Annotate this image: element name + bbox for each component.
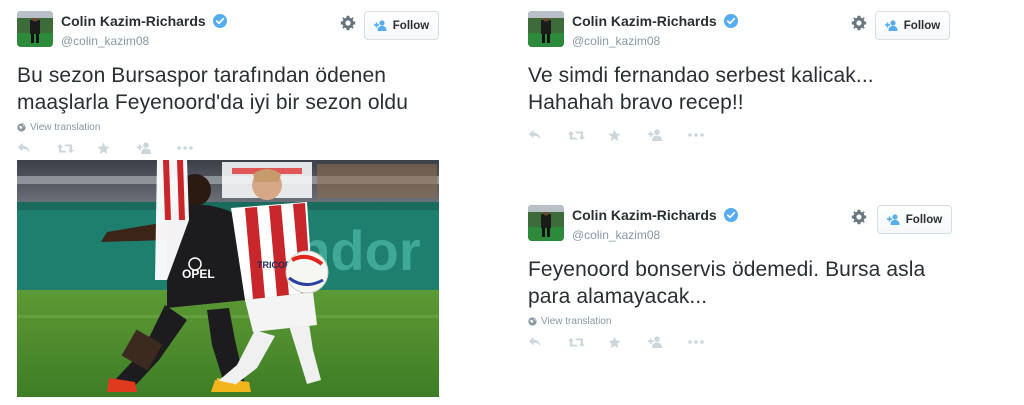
user-info: Colin Kazim-Richards @colin_kazim08 bbox=[572, 12, 739, 48]
gear-icon[interactable] bbox=[851, 15, 867, 31]
follow-person-icon bbox=[373, 20, 388, 31]
follow-button[interactable]: Follow bbox=[364, 11, 439, 40]
avatar[interactable] bbox=[528, 11, 564, 47]
tweet-header: Colin Kazim-Richards @colin_kazim08 Foll… bbox=[17, 10, 439, 50]
user-info: Colin Kazim-Richards @colin_kazim08 bbox=[572, 206, 739, 242]
tweet-card: Colin Kazim-Richards @colin_kazim08 Foll… bbox=[17, 10, 439, 155]
retweet-icon[interactable] bbox=[568, 337, 608, 348]
tweet-text: Feyenoord bonservis ödemedi. Bursa asla … bbox=[528, 256, 952, 310]
follow-person-icon bbox=[886, 214, 901, 225]
tweet-actions bbox=[17, 141, 439, 155]
follow-label: Follow bbox=[903, 19, 941, 32]
user-handle[interactable]: @colin_kazim08 bbox=[572, 228, 738, 242]
avatar[interactable] bbox=[17, 11, 53, 47]
tweet-header: Colin Kazim-Richards @colin_kazim08 Foll… bbox=[528, 204, 952, 244]
retweet-icon[interactable] bbox=[57, 143, 97, 154]
tweet-text-line: Feyenoord bonservis ödemedi. Bursa asla bbox=[528, 258, 926, 281]
user-handle[interactable]: @colin_kazim08 bbox=[572, 34, 738, 48]
tweet-photo[interactable]: ondor OPEL TRICOR bbox=[17, 160, 439, 397]
favorite-icon[interactable] bbox=[608, 129, 648, 142]
view-translation-link[interactable]: View translation bbox=[528, 316, 952, 327]
view-translation-link[interactable]: View translation bbox=[17, 122, 439, 133]
verified-icon bbox=[724, 207, 739, 222]
tweet-actions bbox=[528, 128, 952, 142]
tweet-text: Bu sezon Bursaspor tarafından ödenen maa… bbox=[17, 62, 439, 116]
display-name[interactable]: Colin Kazim-Richards bbox=[572, 207, 717, 223]
follow-button[interactable]: Follow bbox=[877, 205, 952, 234]
reply-icon[interactable] bbox=[528, 129, 568, 141]
more-icon[interactable] bbox=[688, 340, 728, 344]
tweet-text: Ve simdi fernandao serbest kalicak... Ha… bbox=[528, 62, 952, 116]
follow-action-icon[interactable] bbox=[648, 129, 688, 141]
gear-icon[interactable] bbox=[851, 209, 867, 225]
follow-person-icon bbox=[884, 20, 899, 31]
tweet-text-line: Hahahah bravo recep!! bbox=[528, 91, 744, 114]
tweet-card: Colin Kazim-Richards @colin_kazim08 Foll… bbox=[528, 10, 952, 142]
view-translation-label: View translation bbox=[541, 316, 612, 327]
follow-action-icon[interactable] bbox=[648, 336, 688, 348]
gear-icon[interactable] bbox=[340, 15, 356, 31]
verified-icon bbox=[213, 13, 228, 28]
tweet-card: Colin Kazim-Richards @colin_kazim08 Foll… bbox=[528, 204, 952, 349]
avatar[interactable] bbox=[528, 205, 564, 241]
reply-icon[interactable] bbox=[17, 142, 57, 154]
user-handle[interactable]: @colin_kazim08 bbox=[61, 34, 227, 48]
follow-button[interactable]: Follow bbox=[875, 11, 950, 40]
view-translation-label: View translation bbox=[30, 122, 101, 133]
favorite-icon[interactable] bbox=[608, 336, 648, 349]
more-icon[interactable] bbox=[688, 133, 728, 137]
follow-label: Follow bbox=[905, 213, 943, 226]
globe-icon bbox=[17, 123, 26, 132]
favorite-icon[interactable] bbox=[97, 142, 137, 155]
reply-icon[interactable] bbox=[528, 336, 568, 348]
tweet-header: Colin Kazim-Richards @colin_kazim08 Foll… bbox=[528, 10, 952, 50]
verified-icon bbox=[724, 13, 739, 28]
tweet-text-line: maaşlarla Feyenoord'da iyi bir sezon old… bbox=[17, 91, 408, 114]
follow-label: Follow bbox=[392, 19, 430, 32]
tweet-text-line: para alamayacak... bbox=[528, 285, 708, 308]
tweet-text-line: Bu sezon Bursaspor tarafından ödenen bbox=[17, 64, 387, 87]
display-name[interactable]: Colin Kazim-Richards bbox=[61, 13, 206, 29]
tweet-text-line: Ve simdi fernandao serbest kalicak... bbox=[528, 64, 874, 87]
user-info: Colin Kazim-Richards @colin_kazim08 bbox=[61, 12, 228, 48]
more-icon[interactable] bbox=[177, 146, 217, 150]
retweet-icon[interactable] bbox=[568, 130, 608, 141]
follow-action-icon[interactable] bbox=[137, 142, 177, 154]
globe-icon bbox=[528, 317, 537, 326]
tweet-actions bbox=[528, 335, 952, 349]
display-name[interactable]: Colin Kazim-Richards bbox=[572, 13, 717, 29]
